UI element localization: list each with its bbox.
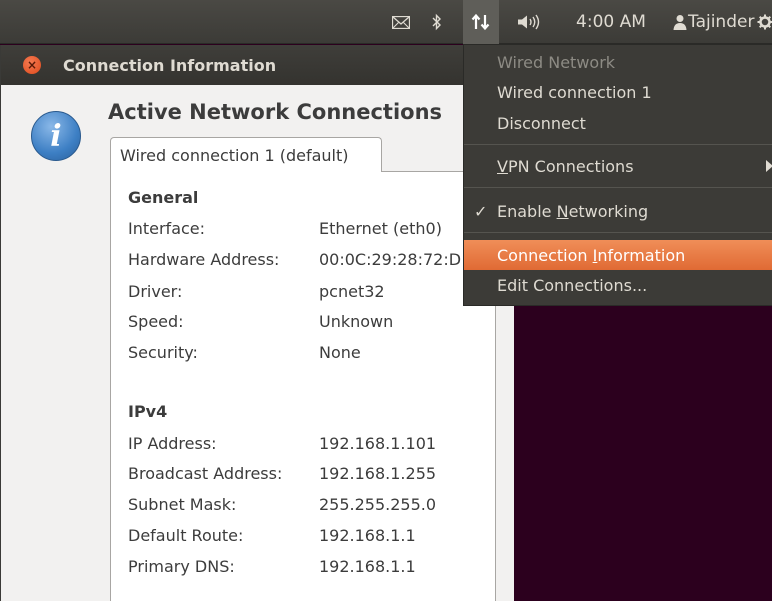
menu-item-edit-connections[interactable]: Edit Connections... (464, 270, 772, 300)
menu-item-enable-networking[interactable]: ✓ Enable Networking (464, 196, 772, 226)
dialog-titlebar[interactable]: × Connection Information (1, 45, 515, 85)
row-label: Driver: (128, 282, 183, 301)
info-row-speed: Speed: Unknown (128, 312, 518, 336)
row-value: 255.255.255.0 (319, 495, 437, 514)
menu-item-disconnect[interactable]: Disconnect (464, 108, 772, 138)
enable-prefix: Enable (497, 201, 557, 221)
info-row-security: Security: None (128, 343, 518, 367)
info-row-ip-address: IP Address: 192.168.1.101 (128, 434, 518, 458)
info-row-primary-dns: Primary DNS: 192.168.1.1 (128, 557, 518, 581)
row-value: Unknown (319, 312, 394, 331)
row-value: None (319, 343, 361, 362)
page-heading: Active Network Connections (108, 100, 443, 124)
menu-separator (464, 187, 772, 188)
menu-separator (464, 144, 772, 145)
row-value: pcnet32 (319, 282, 385, 301)
row-value: 192.168.1.1 (319, 526, 416, 545)
user-icon[interactable] (670, 0, 690, 44)
menu-separator (464, 232, 772, 233)
info-row-hardware-address: Hardware Address: 00:0C:29:28:72:D (128, 250, 518, 274)
vpn-label: PN Connections (507, 156, 634, 176)
row-value: Ethernet (eth0) (319, 219, 442, 238)
row-label: Security: (128, 343, 198, 362)
row-label: Hardware Address: (128, 250, 280, 269)
menu-item-wired-network: Wired Network (497, 52, 616, 72)
row-label: Speed: (128, 312, 184, 331)
row-label: Interface: (128, 219, 206, 238)
bluetooth-icon[interactable] (424, 0, 450, 44)
info-row-default-route: Default Route: 192.168.1.1 (128, 526, 518, 550)
mail-icon[interactable] (386, 0, 416, 44)
row-label: IP Address: (128, 434, 217, 453)
info-row-subnet-mask: Subnet Mask: 255.255.255.0 (128, 495, 518, 519)
network-icon[interactable] (463, 0, 499, 44)
row-label: Primary DNS: (128, 557, 235, 576)
row-value: 192.168.1.255 (319, 464, 437, 483)
conn-info-prefix: Connection (497, 245, 593, 265)
info-row-broadcast-address: Broadcast Address: 192.168.1.255 (128, 464, 518, 488)
info-icon: i (31, 111, 81, 161)
menu-item-wired-connection-1[interactable]: Wired connection 1 (464, 77, 772, 107)
tab-wired-connection-1[interactable]: Wired connection 1 (default) (110, 137, 382, 172)
row-value: 00:0C:29:28:72:D (319, 250, 462, 269)
row-label: Subnet Mask: (128, 495, 237, 514)
top-panel: 4:00 AM Tajinder (0, 0, 772, 44)
conn-info-rest: nformation (597, 245, 686, 265)
connection-information-dialog: × Connection Information i Active Networ… (0, 45, 515, 601)
section-title-ipv4: IPv4 (128, 402, 168, 421)
row-label: Broadcast Address: (128, 464, 283, 483)
vpn-mnemonic: V (497, 156, 508, 176)
menu-item-connection-information[interactable]: Connection Information (464, 240, 772, 270)
network-menu: Wired Network Wired connection 1 Disconn… (463, 44, 772, 306)
section-title-general: General (128, 188, 199, 207)
row-value: 192.168.1.101 (319, 434, 437, 453)
info-row-driver: Driver: pcnet32 (128, 282, 518, 306)
enable-rest: etworking (568, 201, 649, 221)
gear-icon[interactable] (756, 0, 772, 44)
clock[interactable]: 4:00 AM (561, 0, 661, 44)
sound-icon[interactable] (510, 0, 550, 44)
submenu-arrow-icon (766, 160, 772, 172)
close-icon[interactable]: × (23, 56, 41, 74)
row-value: 192.168.1.1 (319, 557, 416, 576)
info-row-interface: Interface: Ethernet (eth0) (128, 219, 518, 243)
row-label: Default Route: (128, 526, 244, 545)
dialog-title: Connection Information (63, 55, 277, 75)
user-name[interactable]: Tajinder (688, 0, 764, 44)
menu-item-vpn-connections[interactable]: V PN Connections (464, 151, 772, 181)
checkmark-icon: ✓ (474, 201, 488, 221)
enable-mnemonic: N (556, 201, 569, 221)
